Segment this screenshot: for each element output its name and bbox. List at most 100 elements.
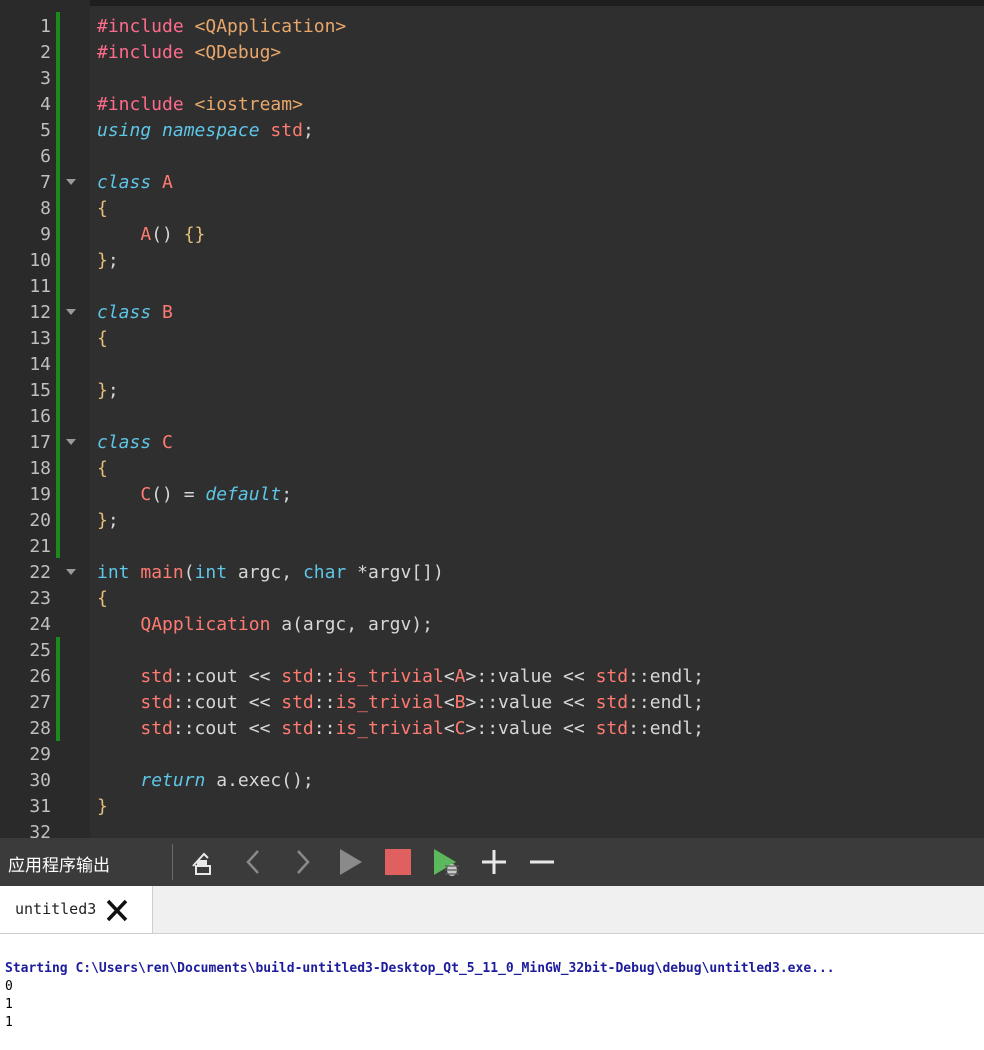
line-number: 3	[40, 68, 51, 89]
code-text: #include <QApplication>	[97, 14, 346, 40]
close-tab-button[interactable]	[104, 897, 130, 923]
clean-output-button[interactable]	[188, 846, 220, 878]
previous-item-button[interactable]	[238, 846, 270, 878]
code-line: 28 std::cout << std::is_trivial<C>::valu…	[0, 716, 984, 742]
line-number: 14	[29, 354, 51, 375]
code-text: QApplication a(argc, argv);	[97, 612, 433, 638]
code-text: class A	[97, 170, 173, 196]
stop-button[interactable]	[382, 846, 414, 878]
line-number: 15	[29, 380, 51, 401]
code-text: std::cout << std::is_trivial<C>::value <…	[97, 716, 704, 742]
fold-arrow-icon[interactable]	[66, 309, 76, 315]
line-number: 16	[29, 406, 51, 427]
output-start-line: Starting C:\Users\ren\Documents\build-un…	[5, 961, 835, 976]
code-token: a(argc, argv);	[270, 614, 433, 635]
code-text: {	[97, 326, 108, 352]
code-token: std	[140, 692, 173, 713]
code-line: 15};	[0, 378, 984, 404]
code-token: ::cout <<	[172, 718, 282, 739]
zoom-out-button[interactable]	[526, 846, 558, 878]
code-token: B	[454, 692, 466, 713]
line-number: 2	[40, 42, 51, 63]
code-token: >::value <<	[465, 666, 596, 687]
code-token: std	[140, 718, 173, 739]
code-token: argc,	[227, 562, 303, 583]
line-number: 31	[29, 796, 51, 817]
code-token: ::endl;	[628, 718, 704, 739]
code-token: ::	[313, 666, 336, 687]
line-number: 1	[40, 16, 51, 37]
code-line: 2 #include <QDebug>	[0, 40, 984, 66]
code-token: {	[97, 328, 108, 349]
code-token: ::endl;	[628, 666, 704, 687]
tab-untitled3[interactable]: untitled3	[0, 886, 153, 933]
code-token: {	[97, 198, 108, 219]
code-token: C	[454, 718, 466, 739]
code-token: class	[97, 302, 152, 323]
code-token: ::	[313, 692, 336, 713]
code-text: class B	[97, 300, 173, 326]
code-token: ;	[107, 510, 119, 531]
run-icon	[340, 849, 362, 875]
line-number: 25	[29, 640, 51, 661]
code-token: A	[140, 224, 152, 245]
code-token: >::value <<	[465, 718, 596, 739]
code-text: #include <iostream>	[97, 92, 303, 118]
code-line: 10};	[0, 248, 984, 274]
code-token: namespace	[162, 120, 260, 141]
code-line: 1 #include <QApplication>	[0, 14, 984, 40]
code-line: 23 {	[0, 586, 984, 612]
fold-arrow-icon[interactable]	[66, 569, 76, 575]
code-token: ;	[107, 380, 119, 401]
line-number: 9	[40, 224, 51, 245]
code-token: std	[595, 692, 629, 713]
code-token: {	[97, 588, 108, 609]
line-number: 24	[29, 614, 51, 635]
code-token: (	[183, 562, 195, 583]
application-output[interactable]: Starting C:\Users\ren\Documents\build-un…	[0, 934, 984, 1050]
code-token: is_trivial	[335, 666, 444, 687]
code-line: 7 class A	[0, 170, 984, 196]
output-pane-title: 应用程序输出	[8, 856, 110, 875]
code-token: int	[194, 562, 228, 583]
line-number: 32	[29, 822, 51, 838]
fold-arrow-icon[interactable]	[66, 179, 76, 185]
code-token: <	[443, 692, 455, 713]
code-text: return a.exec();	[97, 768, 313, 794]
code-token: ::cout <<	[172, 666, 282, 687]
code-token: std	[281, 718, 314, 739]
fold-arrow-icon[interactable]	[66, 439, 76, 445]
code-token: return	[140, 770, 206, 791]
next-item-button[interactable]	[286, 846, 318, 878]
code-text: std::cout << std::is_trivial<B>::value <…	[97, 690, 704, 716]
code-line: 22 int main(int argc, char *argv[])	[0, 560, 984, 586]
code-token: std	[595, 666, 629, 687]
line-number: 27	[29, 692, 51, 713]
code-editor[interactable]: 1 #include <QApplication> 2 #include <QDebu…	[0, 0, 984, 838]
code-token: B	[162, 302, 173, 323]
code-token: QApplication	[140, 614, 271, 635]
rerun-button[interactable]	[334, 846, 366, 878]
code-token: {}	[183, 224, 206, 245]
debug-run-button[interactable]	[430, 846, 462, 878]
code-line: 3	[0, 66, 984, 92]
back-icon	[246, 850, 259, 874]
code-token: #include	[97, 16, 195, 37]
zoom-in-button[interactable]	[478, 846, 510, 878]
code-token: <QApplication>	[194, 16, 347, 37]
code-line: 8{	[0, 196, 984, 222]
code-token: ;	[281, 484, 293, 505]
code-text: {	[97, 586, 108, 612]
line-number: 5	[40, 120, 51, 141]
code-line: 31}	[0, 794, 984, 820]
code-line: 30 return a.exec();	[0, 768, 984, 794]
code-token: #include	[97, 42, 195, 63]
